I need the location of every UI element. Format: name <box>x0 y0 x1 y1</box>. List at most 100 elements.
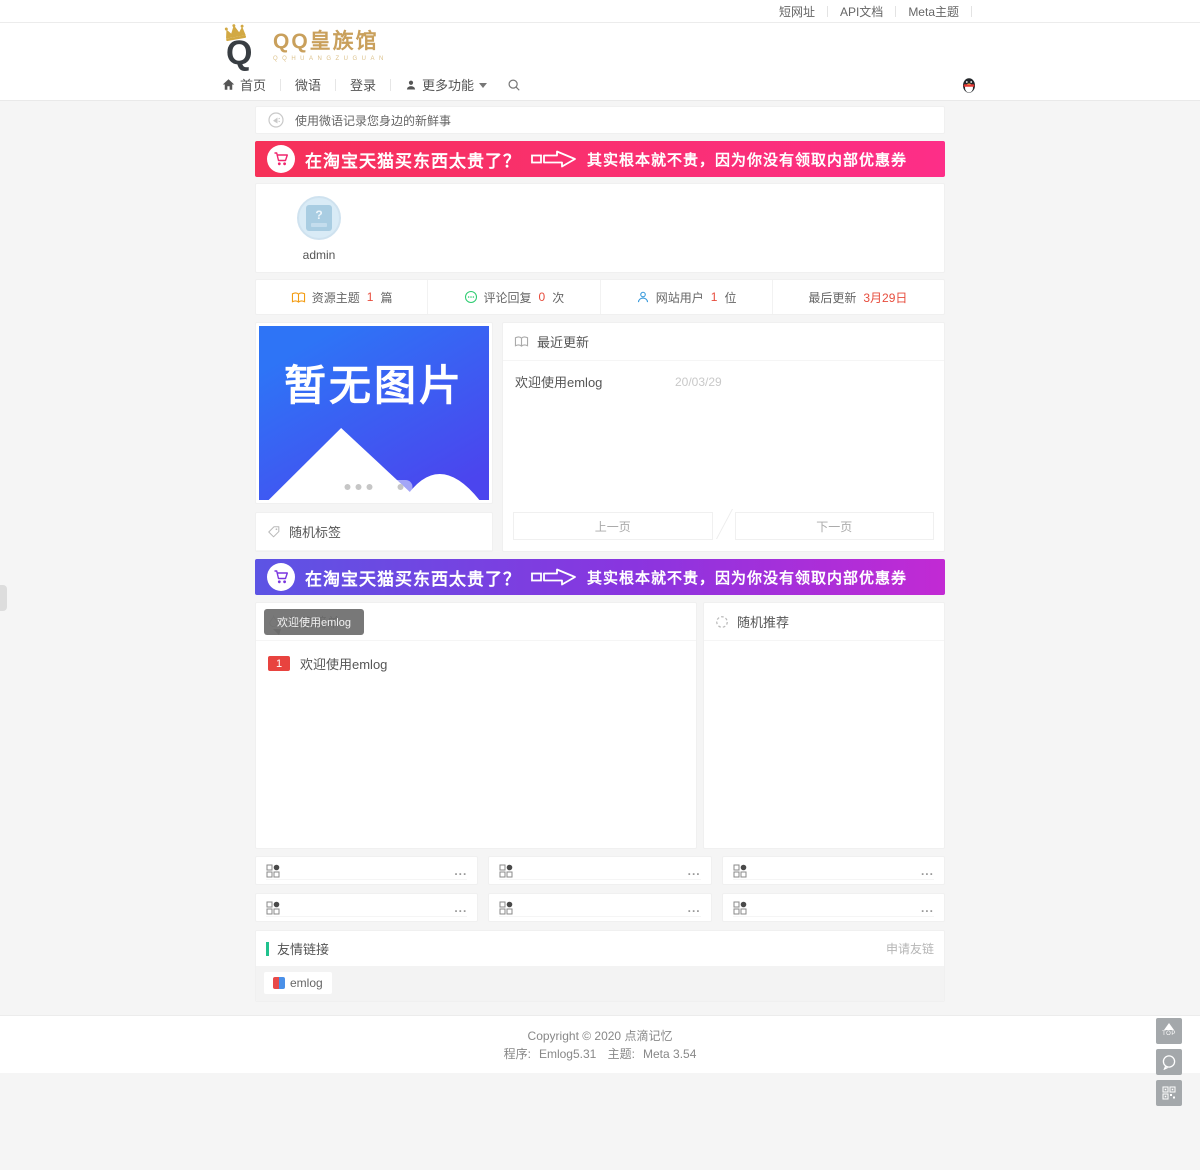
prev-page-button[interactable]: 上一页 <box>513 512 713 540</box>
more-button[interactable]: ... <box>454 902 467 914</box>
comment-float-button[interactable] <box>1156 1049 1182 1075</box>
more-button[interactable]: ... <box>688 902 701 914</box>
notice-bar: 使用微语记录您身边的新鲜事 <box>255 106 945 134</box>
topbar-links: 短网址 API文档 Meta主题 <box>222 0 978 22</box>
nav-item-home[interactable]: 首页 <box>222 75 266 94</box>
site-title: QQ皇族馆 <box>273 31 388 52</box>
mini-card: ... <box>255 856 478 885</box>
divider <box>280 79 281 91</box>
slideshow-slide[interactable]: 暂无图片 <box>259 326 489 500</box>
megaphone-icon <box>268 112 284 128</box>
avatar[interactable]: ? <box>297 196 341 240</box>
avatar-placeholder-image: ? <box>306 205 332 231</box>
random-recommend-card: 随机推荐 <box>703 602 945 849</box>
stat-label: 网站用户 <box>656 289 704 306</box>
slide-dot[interactable] <box>356 484 362 490</box>
more-button[interactable]: ... <box>921 865 934 877</box>
program-label: 程序: <box>504 1047 531 1061</box>
shopping-cart-icon <box>273 569 289 585</box>
qrcode-float-button[interactable] <box>1156 1080 1182 1106</box>
back-to-top-button[interactable]: TOP <box>1156 1018 1182 1044</box>
copyright: Copyright © 2020 点滴记忆 <box>0 1027 1200 1045</box>
site-logo[interactable]: Q QQ皇族馆 QQHUANGZUGUAN <box>222 24 388 68</box>
stat-users[interactable]: 网站用户 1 位 <box>601 280 773 314</box>
nav-label: 更多功能 <box>422 75 474 94</box>
friend-link-emlog[interactable]: emlog <box>264 972 332 994</box>
friend-links-card: 友情链接 申请友链 emlog <box>255 930 945 1002</box>
nav-item-login[interactable]: 登录 <box>350 75 376 94</box>
post-link[interactable]: 欢迎使用emlog <box>515 372 675 391</box>
more-button[interactable]: ... <box>688 865 701 877</box>
tag-icon <box>267 525 281 539</box>
stat-topics[interactable]: 资源主题 1 篇 <box>256 280 428 314</box>
qq-login-button[interactable] <box>960 76 978 94</box>
hot-ranking-card: 欢迎使用emlog 热度榜单 1 欢迎使用emlog <box>255 602 697 849</box>
book-icon <box>291 291 306 304</box>
shopping-cart-icon <box>273 151 289 167</box>
mini-card: ... <box>255 893 478 922</box>
program-value: Emlog5.31 <box>539 1047 596 1061</box>
theme-value: Meta 3.54 <box>643 1047 696 1061</box>
slide-dot[interactable] <box>345 484 351 490</box>
floating-toolbar: TOP <box>1156 1018 1182 1106</box>
mini-card: ... <box>722 893 945 922</box>
slide-dot-active[interactable] <box>378 484 393 490</box>
arrow-right-icon <box>531 149 577 169</box>
next-page-button[interactable]: 下一页 <box>735 512 935 540</box>
topbar-link-api-docs[interactable]: API文档 <box>840 3 883 20</box>
slide-dot[interactable] <box>367 484 373 490</box>
apps-grid-icon <box>733 901 747 915</box>
topbar-link-meta-theme[interactable]: Meta主题 <box>908 3 959 20</box>
more-button[interactable]: ... <box>454 865 467 877</box>
main-nav: 首页 微语 登录 更多功能 <box>0 69 1200 101</box>
section-title: 友情链接 <box>277 939 329 958</box>
ad-banner-taobao-coupon[interactable]: 在淘宝天猫买东西太贵了？ 其实根本就不贵，因为你没有领取内部优惠券 <box>255 141 945 177</box>
theme-label: 主题: <box>608 1047 635 1061</box>
divider <box>827 6 828 17</box>
tooltip: 欢迎使用emlog <box>264 609 364 635</box>
side-panel-handle[interactable] <box>0 585 7 611</box>
post-row: 欢迎使用emlog 20/03/29 <box>503 361 944 402</box>
recent-updates-card: 最近更新 欢迎使用emlog 20/03/29 上一页 下一页 <box>502 322 945 552</box>
book-icon <box>514 335 529 348</box>
stat-value: 3月29日 <box>863 289 907 306</box>
more-button[interactable]: ... <box>921 902 934 914</box>
apps-grid-icon <box>733 864 747 878</box>
search-button[interactable] <box>507 78 521 92</box>
chevron-down-icon <box>479 82 487 88</box>
random-tags-card: 随机标签 <box>255 512 493 552</box>
stat-last-updated: 最后更新 3月29日 <box>773 280 944 314</box>
banner-question: 在淘宝天猫买东西太贵了？ <box>305 147 521 172</box>
slide-dot[interactable] <box>398 484 404 490</box>
post-link[interactable]: 欢迎使用emlog <box>300 654 387 673</box>
stat-label: 评论回复 <box>484 289 532 306</box>
section-title: 最近更新 <box>537 332 589 351</box>
emlog-favicon <box>273 977 285 989</box>
credits: 程序: Emlog5.31 主题: Meta 3.54 <box>0 1045 1200 1063</box>
apply-link-button[interactable]: 申请友链 <box>886 940 934 957</box>
mini-card-grid: ... ... ... ... ... ... <box>255 856 945 922</box>
qr-code-icon <box>1162 1086 1176 1100</box>
nav-item-weiyu[interactable]: 微语 <box>295 75 321 94</box>
banner-question: 在淘宝天猫买东西太贵了？ <box>305 565 521 590</box>
logo-q-mark: Q <box>222 24 264 68</box>
mini-card: ... <box>722 856 945 885</box>
site-footer: Copyright © 2020 点滴记忆 程序: Emlog5.31 主题: Me… <box>0 1015 1200 1073</box>
ad-banner-taobao-coupon-2[interactable]: 在淘宝天猫买东西太贵了？ 其实根本就不贵，因为你没有领取内部优惠券 <box>255 559 945 595</box>
friend-link-label: emlog <box>290 976 323 990</box>
no-image-placeholder: 暂无图片 <box>259 352 489 413</box>
stats-bar: 资源主题 1 篇 评论回复 0 次 网站用户 1 位 最后更新 3月29日 <box>255 279 945 315</box>
home-icon <box>222 78 235 91</box>
nav-label: 登录 <box>350 75 376 94</box>
pagination: 上一页 下一页 <box>503 504 944 551</box>
stat-comments[interactable]: 评论回复 0 次 <box>428 280 600 314</box>
user-icon <box>405 79 417 91</box>
stat-value: 0 <box>539 290 546 304</box>
main-content: 使用微语记录您身边的新鲜事 在淘宝天猫买东西太贵了？ 其实根本就不贵，因为你没有… <box>255 106 945 1002</box>
nav-label: 首页 <box>240 75 266 94</box>
divider <box>390 79 391 91</box>
nav-item-more-functions[interactable]: 更多功能 <box>405 75 487 94</box>
arrow-right-icon <box>531 567 577 587</box>
rank-badge: 1 <box>268 656 290 671</box>
topbar-link-short-url[interactable]: 短网址 <box>779 3 815 20</box>
